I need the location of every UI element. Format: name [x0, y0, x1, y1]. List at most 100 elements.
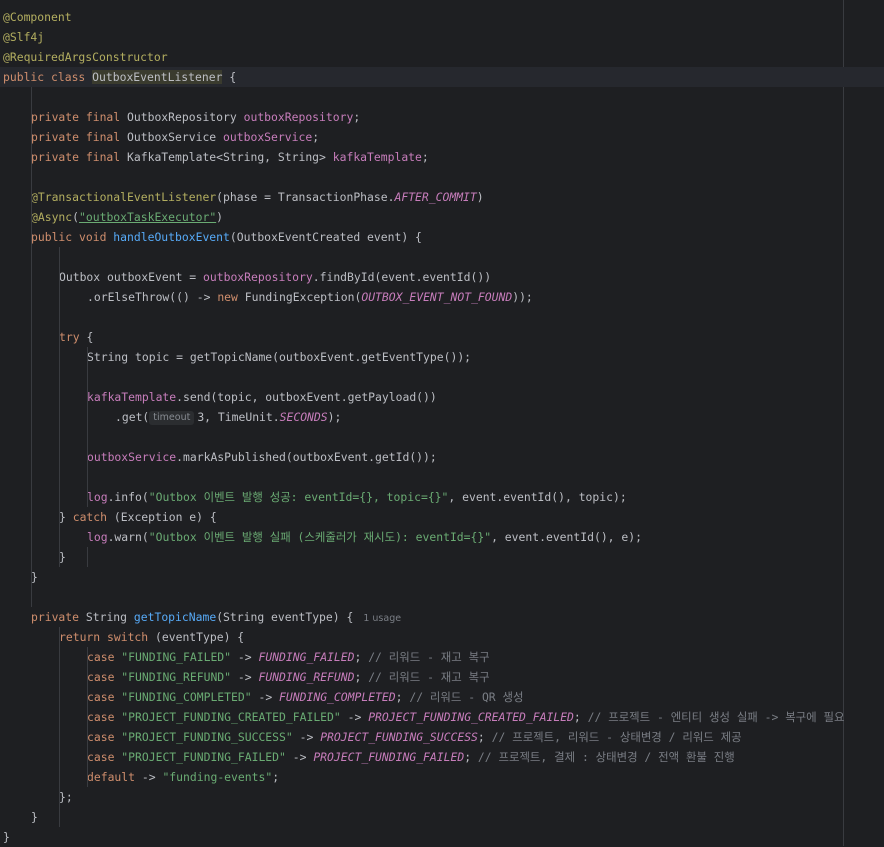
indent-guide [87, 347, 88, 507]
code-line[interactable]: case "PROJECT_FUNDING_CREATED_FAILED" ->… [0, 707, 884, 727]
code-line[interactable] [0, 587, 884, 607]
code-token: public class [3, 70, 93, 84]
code-line[interactable] [0, 87, 884, 107]
code-token: "PROJECT_FUNDING_FAILED" [121, 750, 286, 764]
code-token: "FUNDING_COMPLETED" [121, 690, 252, 704]
code-token: kafkaTemplate [87, 390, 177, 404]
code-line[interactable]: default -> "funding-events"; [0, 767, 884, 787]
code-token: , event.eventId(), topic); [448, 490, 627, 504]
code-token: private final [31, 130, 128, 144]
code-token: ) [476, 190, 484, 204]
code-token: ( [72, 210, 80, 224]
code-token: ; [421, 150, 429, 164]
code-line[interactable]: @Component [0, 7, 884, 27]
code-area[interactable]: @Component @Slf4j @RequiredArgsConstructor… [0, 7, 884, 847]
code-line[interactable]: .get(timeout 3, TimeUnit.SECONDS); [0, 407, 884, 427]
code-line[interactable]: case "FUNDING_COMPLETED" -> FUNDING_COMP… [0, 687, 884, 707]
usage-hint[interactable]: 1 usage [363, 613, 401, 624]
code-token: @Slf4j [3, 30, 45, 44]
code-token: } [3, 830, 10, 844]
code-line[interactable]: log.info("Outbox 이벤트 발행 성공: eventId={}, … [0, 487, 884, 507]
code-line[interactable]: case "PROJECT_FUNDING_SUCCESS" -> PROJEC… [0, 727, 884, 747]
code-line[interactable] [0, 307, 884, 327]
code-token: return switch [59, 630, 156, 644]
code-token: handleOutboxEvent [113, 230, 230, 244]
indent-guide [87, 647, 88, 787]
code-line[interactable]: case "FUNDING_REFUND" -> FUNDING_REFUND;… [0, 667, 884, 687]
code-token: AFTER_COMMIT [394, 190, 477, 204]
code-token: outboxService [223, 130, 313, 144]
code-token: public void [31, 230, 114, 244]
code-token: (OutboxEventCreated event) { [229, 230, 422, 244]
code-token: -> [285, 750, 314, 764]
code-token: ; [464, 750, 478, 764]
code-line[interactable]: @TransactionalEventListener(phase = Tran… [0, 187, 884, 207]
code-token: 3, TimeUnit. [197, 410, 280, 424]
code-token: case [87, 710, 122, 724]
code-token: OUTBOX_EVENT_NOT_FOUND [361, 290, 513, 304]
code-token: PROJECT_FUNDING_FAILED [313, 750, 465, 764]
code-line[interactable]: private final KafkaTemplate<String, Stri… [0, 147, 884, 167]
code-line[interactable]: try { [0, 327, 884, 347]
code-line[interactable]: } [0, 547, 884, 567]
code-token: -> [231, 670, 259, 684]
code-line[interactable] [0, 367, 884, 387]
code-line[interactable]: .orElseThrow(() -> new FundingException(… [0, 287, 884, 307]
code-line[interactable]: } [0, 827, 884, 847]
code-token: FundingException( [244, 290, 362, 304]
code-line[interactable]: }; [0, 787, 884, 807]
code-token: "PROJECT_FUNDING_CREATED_FAILED" [121, 710, 341, 724]
indent-guide [87, 547, 88, 567]
code-line[interactable] [0, 467, 884, 487]
code-token: kafkaTemplate [332, 150, 422, 164]
code-line[interactable]: case "FUNDING_FAILED" -> FUNDING_FAILED;… [0, 647, 884, 667]
code-line[interactable]: public void handleOutboxEvent(OutboxEven… [0, 227, 884, 247]
code-line[interactable] [0, 167, 884, 187]
code-line[interactable]: private final OutboxService outboxServic… [0, 127, 884, 147]
code-line[interactable]: Outbox outboxEvent = outboxRepository.fi… [0, 267, 884, 287]
code-line[interactable]: log.warn("Outbox 이벤트 발행 실패 (스케줄러가 재시도): … [0, 527, 884, 547]
code-token: // 리워드 - QR 생성 [409, 690, 524, 704]
indent-guide [31, 87, 32, 607]
code-token: ; [573, 710, 588, 724]
code-token: ); [327, 410, 342, 424]
code-token: FUNDING_FAILED [258, 650, 355, 664]
code-token: "outboxTaskExecutor" [79, 210, 217, 224]
code-token: "Outbox 이벤트 발행 실패 (스케줄러가 재시도): eventId={… [148, 530, 492, 544]
code-token: "PROJECT_FUNDING_SUCCESS" [121, 730, 293, 744]
code-token: FUNDING_COMPLETED [279, 690, 396, 704]
code-token: @RequiredArgsConstructor [3, 50, 168, 64]
code-token: .get( [115, 410, 150, 424]
code-token: .markAsPublished(outboxEvent.getId()); [176, 450, 437, 464]
code-token: private [31, 610, 86, 624]
code-line[interactable]: private String getTopicName(String event… [0, 607, 884, 627]
code-line[interactable]: case "PROJECT_FUNDING_FAILED" -> PROJECT… [0, 747, 884, 767]
code-line[interactable]: outboxService.markAsPublished(outboxEven… [0, 447, 884, 467]
code-line[interactable]: @RequiredArgsConstructor [0, 47, 884, 67]
code-token: -> [251, 690, 280, 704]
code-line[interactable]: } catch (Exception e) { [0, 507, 884, 527]
code-line[interactable] [0, 247, 884, 267]
code-line[interactable]: @Async("outboxTaskExecutor") [0, 207, 884, 227]
code-line[interactable] [0, 427, 884, 447]
code-token: (phase = TransactionPhase. [216, 190, 395, 204]
code-token: -> [292, 730, 321, 744]
code-line[interactable]: kafkaTemplate.send(topic, outboxEvent.ge… [0, 387, 884, 407]
code-line[interactable]: } [0, 567, 884, 587]
code-line[interactable]: } [0, 807, 884, 827]
code-token: @TransactionalEventListener [31, 190, 217, 204]
code-line[interactable]: return switch (eventType) { [0, 627, 884, 647]
code-line[interactable]: private final OutboxRepository outboxRep… [0, 107, 884, 127]
code-token: , event.eventId(), e); [491, 530, 642, 544]
code-line[interactable]: public class OutboxEventListener { [0, 67, 884, 87]
code-token: { [86, 330, 94, 344]
code-token: .orElseThrow(() -> [87, 290, 218, 304]
code-line[interactable]: @Slf4j [0, 27, 884, 47]
indent-guide [59, 247, 60, 567]
code-token: } [31, 810, 38, 824]
code-token: -> [231, 650, 259, 664]
code-line[interactable]: String topic = getTopicName(outboxEvent.… [0, 347, 884, 367]
code-token: OutboxService [127, 130, 224, 144]
code-token: getTopicName [133, 610, 217, 624]
code-token: .warn( [107, 530, 149, 544]
